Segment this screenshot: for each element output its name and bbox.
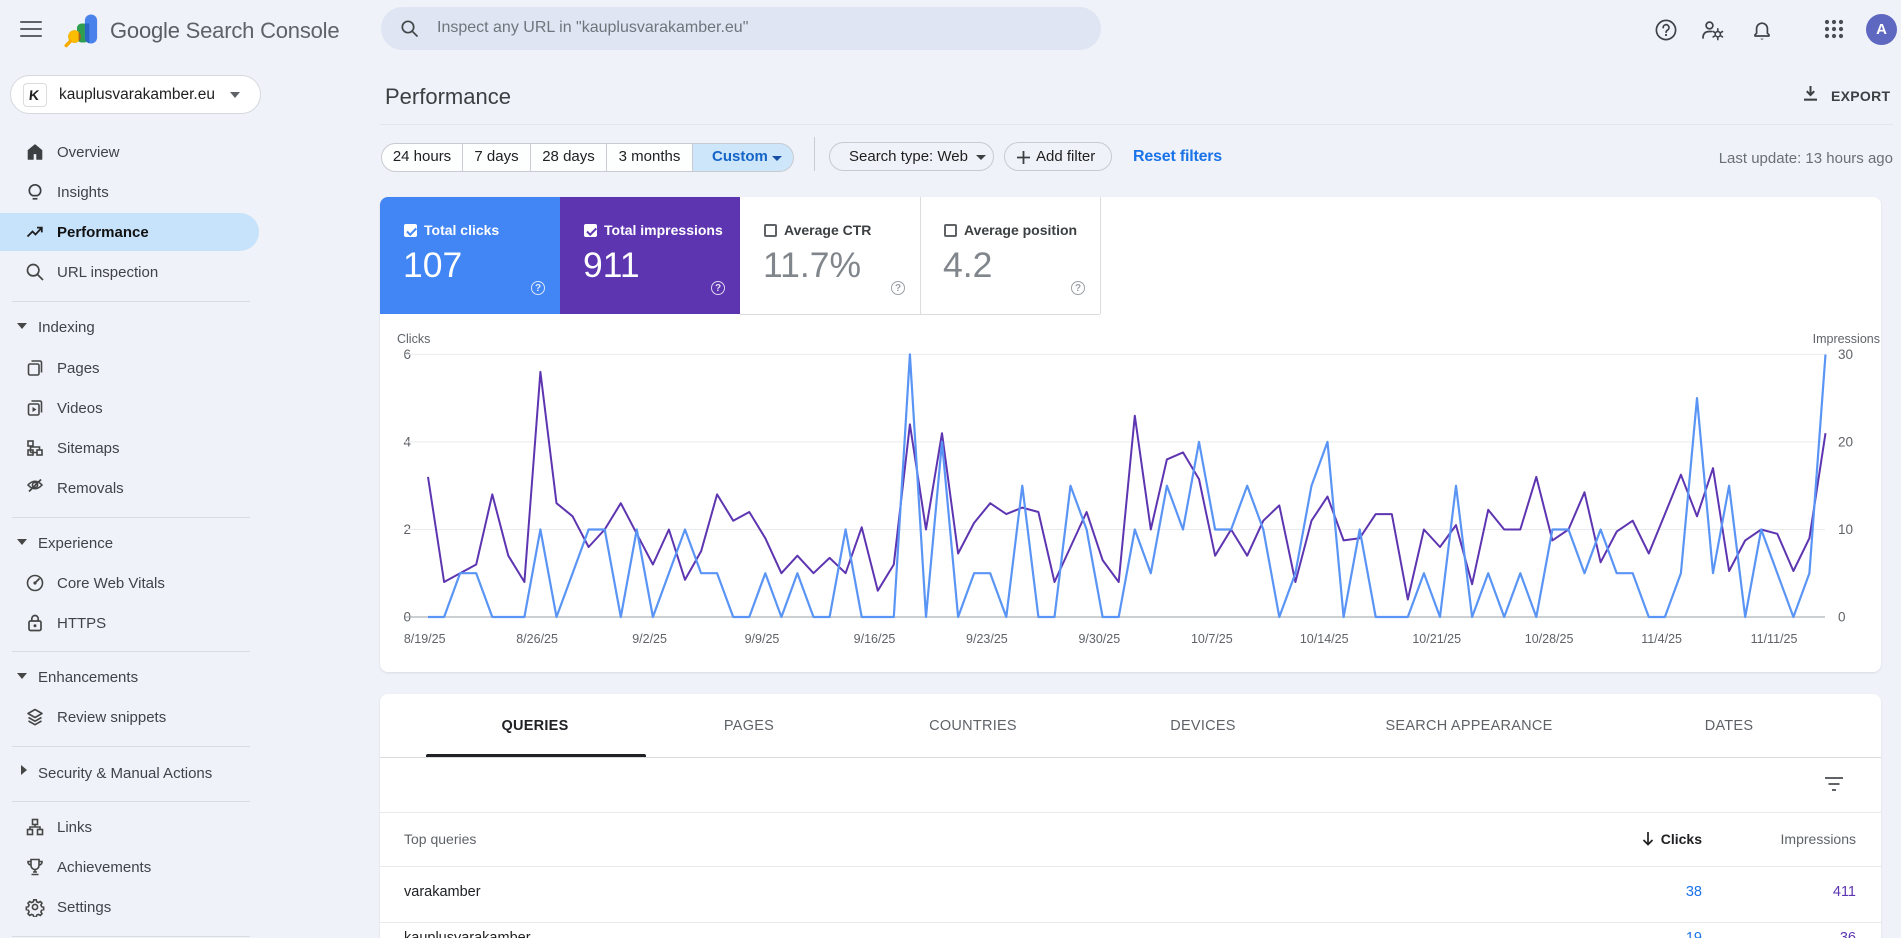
svg-text:20: 20: [1838, 435, 1853, 450]
svg-text:0: 0: [1838, 610, 1846, 625]
svg-text:9/30/25: 9/30/25: [1078, 632, 1120, 646]
svg-text:11/11/25: 11/11/25: [1751, 632, 1798, 646]
svg-text:9/2/25: 9/2/25: [632, 632, 667, 646]
svg-text:9/9/25: 9/9/25: [745, 632, 780, 646]
svg-text:9/23/25: 9/23/25: [966, 632, 1008, 646]
svg-text:10/14/25: 10/14/25: [1300, 632, 1349, 646]
svg-text:10/28/25: 10/28/25: [1525, 632, 1574, 646]
svg-text:9/16/25: 9/16/25: [854, 632, 896, 646]
svg-text:Impressions: Impressions: [1813, 332, 1880, 346]
svg-text:8/26/25: 8/26/25: [516, 632, 558, 646]
svg-text:8/19/25: 8/19/25: [404, 632, 446, 646]
svg-text:10/21/25: 10/21/25: [1412, 632, 1461, 646]
svg-text:30: 30: [1838, 347, 1853, 362]
svg-text:11/4/25: 11/4/25: [1641, 632, 1682, 646]
svg-text:10/7/25: 10/7/25: [1191, 632, 1233, 646]
svg-text:10: 10: [1838, 522, 1853, 537]
svg-text:Clicks: Clicks: [397, 332, 430, 346]
